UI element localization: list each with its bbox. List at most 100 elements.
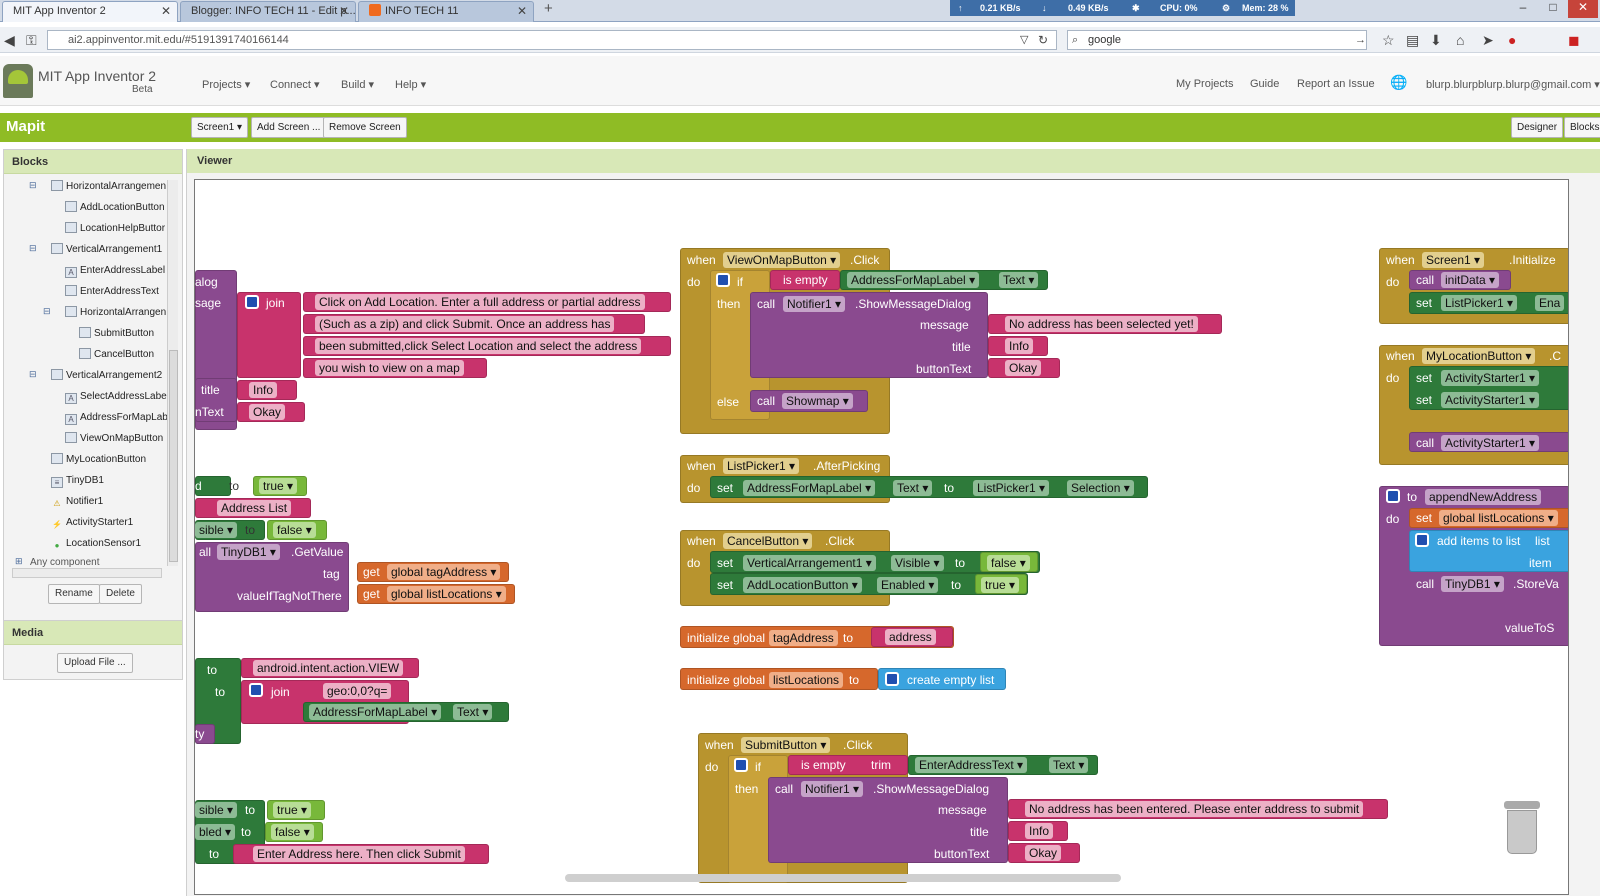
close-tab-icon[interactable]: ✕ <box>517 2 527 21</box>
text-value[interactable]: Okay <box>1005 360 1042 376</box>
adblock-icon[interactable]: ● <box>1508 31 1516 49</box>
procedure-dropdown[interactable]: Showmap ▾ <box>782 393 853 409</box>
mutator-gear-icon[interactable] <box>1386 489 1400 503</box>
text-value[interactable]: Address List <box>217 500 292 516</box>
component-dropdown[interactable]: ActivityStarter1 ▾ <box>1441 392 1540 408</box>
component-dropdown[interactable]: ListPicker1 ▾ <box>723 458 800 474</box>
my-projects-link[interactable]: My Projects <box>1176 78 1233 90</box>
tree-item[interactable]: CancelButton <box>79 348 154 362</box>
variable-dropdown[interactable]: global listLocations ▾ <box>387 586 506 602</box>
menu-help[interactable]: Help ▾ <box>395 78 426 91</box>
trash-can-icon[interactable] <box>1502 801 1542 857</box>
tree-item[interactable]: VerticalArrangement1 <box>51 243 162 257</box>
mutator-gear-icon[interactable] <box>716 273 730 287</box>
collapse-icon[interactable]: ⊟ <box>43 306 51 317</box>
boolean-value[interactable]: true ▾ <box>273 802 312 818</box>
component-dropdown[interactable]: Screen1 ▾ <box>1422 252 1485 268</box>
component-dropdown[interactable]: VerticalArrangement1 ▾ <box>743 555 876 571</box>
boolean-value[interactable]: false ▾ <box>273 522 316 538</box>
procedure-name[interactable]: appendNewAddress <box>1425 489 1542 505</box>
browser-tab-app-inventor[interactable]: MIT App Inventor 2 ✕ <box>2 1 178 22</box>
mutator-gear-icon[interactable] <box>249 683 263 697</box>
browser-tab-info-tech[interactable]: INFO TECH 11 ✕ <box>358 1 534 22</box>
guide-link[interactable]: Guide <box>1250 78 1279 90</box>
tree-item[interactable]: A EnterAddressLabel <box>65 264 165 278</box>
tree-horizontal-scrollbar[interactable] <box>12 568 162 578</box>
boolean-value[interactable]: false ▾ <box>987 555 1030 571</box>
text-value[interactable]: (Such as a zip) and click Submit. Once a… <box>315 316 615 332</box>
tree-item[interactable]: HorizontalArrangemen <box>51 180 166 194</box>
tree-item[interactable]: LocationHelpButtor <box>65 222 165 236</box>
collapse-icon[interactable]: ⊟ <box>29 180 37 191</box>
component-dropdown[interactable]: TinyDB1 ▾ <box>217 544 280 560</box>
variable-name[interactable]: tagAddress <box>769 630 838 646</box>
collapse-icon[interactable]: ⊟ <box>29 243 37 254</box>
screen-select-button[interactable]: Screen1 ▾ <box>191 117 249 138</box>
boolean-value[interactable]: true ▾ <box>981 577 1020 593</box>
upload-file-button[interactable]: Upload File ... <box>57 653 133 673</box>
remove-screen-button[interactable]: Remove Screen <box>323 117 407 138</box>
text-value[interactable]: Okay <box>249 404 286 420</box>
property-dropdown[interactable]: Selection ▾ <box>1067 480 1134 496</box>
url-input[interactable]: ai2.appinventor.mit.edu/#519139174016614… <box>47 30 1057 50</box>
tree-item[interactable]: EnterAddressText <box>65 285 159 299</box>
variable-name[interactable]: listLocations <box>769 672 844 688</box>
variable-dropdown[interactable]: global tagAddress ▾ <box>387 564 501 580</box>
component-dropdown[interactable]: CancelButton ▾ <box>723 533 813 549</box>
component-dropdown[interactable]: TinyDB1 ▾ <box>1441 576 1504 592</box>
text-value[interactable]: No address has been selected yet! <box>1005 316 1198 332</box>
component-dropdown[interactable]: ListPicker1 ▾ <box>973 480 1050 496</box>
text-value[interactable]: android.intent.action.VIEW <box>253 660 404 676</box>
rename-button[interactable]: Rename <box>48 584 100 604</box>
bookmarks-icon[interactable]: ▤ <box>1406 31 1419 49</box>
property-dropdown[interactable]: Enabled ▾ <box>877 577 939 593</box>
delete-button[interactable]: Delete <box>99 584 142 604</box>
text-value[interactable]: you wish to view on a map <box>315 360 464 376</box>
new-tab-button[interactable]: + <box>544 0 553 17</box>
property-dropdown[interactable]: Text ▾ <box>893 480 933 496</box>
reload-icon[interactable]: ↻ <box>1038 31 1048 49</box>
text-value[interactable]: address <box>885 629 936 645</box>
add-screen-button[interactable]: Add Screen ... <box>251 117 327 138</box>
collapse-icon[interactable]: ⊟ <box>29 369 37 380</box>
text-value[interactable]: been submitted,click Select Location and… <box>315 338 642 354</box>
component-dropdown[interactable]: AddressForMapLabel ▾ <box>743 480 876 496</box>
home-icon[interactable]: ⌂ <box>1456 31 1464 49</box>
property-dropdown[interactable]: Ena <box>1535 295 1565 311</box>
property-dropdown[interactable]: Text ▾ <box>453 704 493 720</box>
text-value[interactable]: Click on Add Location. Enter a full addr… <box>315 294 645 310</box>
browser-tab-blogger-edit[interactable]: Blogger: INFO TECH 11 - Edit p... ✕ <box>180 1 356 22</box>
tree-item[interactable]: ViewOnMapButton <box>65 432 163 446</box>
property-dropdown[interactable]: sible ▾ <box>195 802 238 818</box>
expand-icon[interactable]: ⊞ <box>15 556 23 567</box>
component-dropdown[interactable]: AddressForMapLabel ▾ <box>847 272 980 288</box>
boolean-value[interactable]: true ▾ <box>259 478 298 494</box>
tree-vertical-scrollbar[interactable] <box>167 180 178 566</box>
component-dropdown[interactable]: ActivityStarter1 ▾ <box>1441 435 1540 451</box>
menu-build[interactable]: Build ▾ <box>341 78 374 91</box>
tree-item[interactable]: ≡ TinyDB1 <box>51 474 104 488</box>
component-dropdown[interactable]: Notifier1 ▾ <box>801 781 864 797</box>
component-dropdown[interactable]: SubmitButton ▾ <box>741 737 831 753</box>
menu-projects[interactable]: Projects ▾ <box>202 78 250 91</box>
tree-item[interactable]: HorizontalArrangen <box>65 306 166 320</box>
tree-item[interactable]: AddLocationButton <box>65 201 165 215</box>
property-dropdown[interactable]: Text ▾ <box>999 272 1039 288</box>
send-icon[interactable]: ➤ <box>1482 31 1494 49</box>
boolean-value[interactable]: false ▾ <box>271 824 314 840</box>
component-dropdown[interactable]: EnterAddressText ▾ <box>915 757 1028 773</box>
text-value[interactable]: Enter Address here. Then click Submit <box>253 846 465 862</box>
mutator-gear-icon[interactable] <box>245 295 259 309</box>
download-icon[interactable]: ⬇ <box>1430 31 1442 49</box>
workspace-horizontal-scrollbar[interactable] <box>565 874 1121 882</box>
text-value[interactable]: Info <box>249 382 278 398</box>
component-dropdown[interactable]: ActivityStarter1 ▾ <box>1441 370 1540 386</box>
minimize-icon[interactable]: – <box>1508 0 1538 18</box>
procedure-dropdown[interactable]: initData ▾ <box>1441 272 1500 288</box>
tree-item[interactable]: MyLocationButton <box>51 453 146 467</box>
close-window-icon[interactable]: ✕ <box>1568 0 1598 18</box>
search-input[interactable]: google <box>1067 30 1367 50</box>
globe-icon[interactable]: 🌐 <box>1390 74 1407 91</box>
key-icon[interactable]: ⚿ <box>26 31 37 49</box>
blocks-workspace[interactable]: alog sage join Click on Add Location. En… <box>194 179 1569 895</box>
